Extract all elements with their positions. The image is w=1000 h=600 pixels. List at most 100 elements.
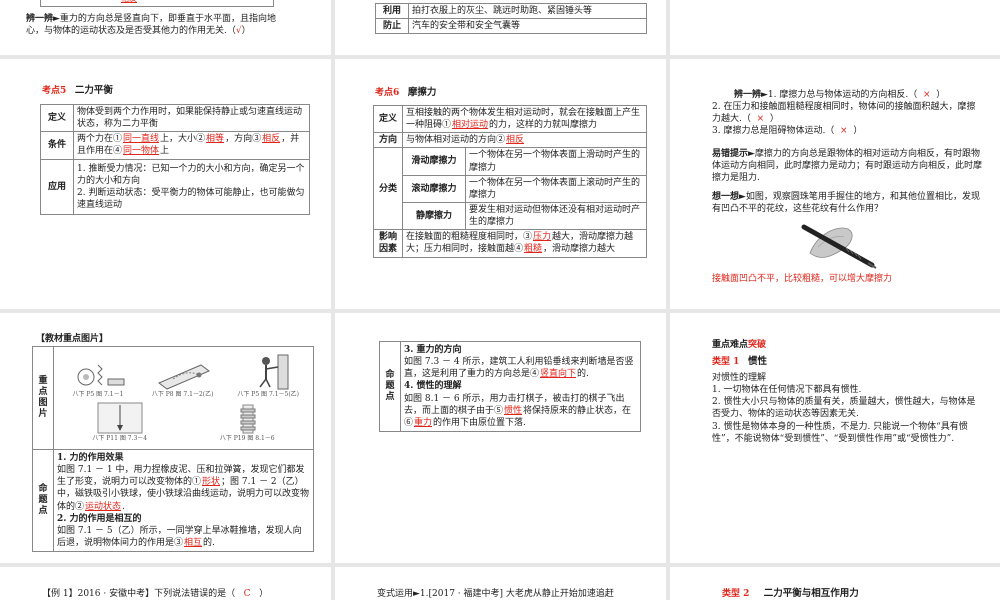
answer-blank: 压力: [533, 232, 552, 243]
yicuo-label: 易错提示: [712, 148, 749, 159]
slide-variant: 变式运用►1.[2017 · 福建中考] 大老虎从静止开始加速追赶: [335, 567, 666, 600]
cross-mark: ×: [922, 90, 931, 100]
plumb-line-icon: [97, 402, 143, 434]
row-label: 防止: [375, 18, 409, 35]
answer-fragment: 相反: [120, 0, 138, 5]
xiangyixiang-label: 想一想: [712, 191, 740, 202]
inertia-points: 对惯性的理解 1. 一切物体在任何情况下都具有惯性. 2. 惯性大小只与物体的质…: [712, 372, 982, 445]
table-row: 影响因素 在接触面的粗糙程度相同时，③压力越大，滑动摩擦力越大；压力相同时，接触…: [373, 229, 647, 258]
answer-blank: 竖直向下: [540, 369, 577, 380]
cls-text: 要发生相对运动但物体还没有相对运动时产生的摩擦力: [465, 201, 647, 231]
slide-kaodian-5: 考点5 二力平衡 定义 物体受到两个力作用时，如果能保持静止或匀速直线运动状态，…: [0, 59, 331, 309]
kaodian-label: 考点: [375, 88, 394, 98]
answer-blank: 粗糙: [524, 244, 543, 255]
pictures-cell: 八下 P5 图 7.1－1 八下 P8 图 7.1－2(乙) 八下 P5 图 7…: [53, 346, 314, 450]
row-text: 拍打衣服上的灰尘、跳远时助跑、紧固锤头等: [408, 2, 647, 20]
def-text: 物体受到两个力作用时，如果能保持静止或匀速直线运动状态，称为二力平衡: [73, 103, 310, 133]
type-label: 类型 2: [722, 589, 750, 599]
bianyibian-line: 3. 摩擦力总是阻碍物体运动.（ × ）: [712, 126, 863, 137]
table-row: 应用 1. 推断受力情况：已知一个力的大小和方向，确定另一个力的大小和方向 2.…: [40, 158, 310, 216]
mingti-cell: 3. 重力的方向 如图 7.3 － 4 所示，建筑工人利用铅垂线来判断墙是否竖直…: [400, 341, 641, 432]
key-pictures-table: 重点图片 八下 P5 图 7.1－1 八下 P8 图 7.1－2(乙) 八下 P…: [32, 346, 314, 553]
table-row: 利用 拍打衣服上的灰尘、跳远时助跑、紧固锤头等: [375, 2, 647, 20]
answer-blank: 相反: [262, 134, 281, 145]
fac-text: 在接触面的粗糙程度相同时，③压力越大，滑动摩擦力越大；压力相同时，接触面越④粗糙…: [402, 229, 647, 258]
answer-blank: 相反: [506, 135, 525, 146]
answer-blank: 同一直线: [123, 134, 160, 145]
app-label: 应用: [40, 158, 74, 216]
dir-label: 方向: [373, 132, 403, 149]
inertia-usage-table: 利用 拍打衣服上的灰尘、跳远时助跑、紧固锤头等 防止 汽车的安全带和安全气囊等: [375, 2, 647, 35]
kaodian-label: 考点: [42, 86, 61, 96]
slide-key-pictures: 【教材重点图片】 重点图片 八下 P5 图 7.1－1 八下 P8 图 7.1－…: [0, 313, 331, 563]
fig-7-1-1: 八下 P5 图 7.1－1: [68, 357, 128, 399]
slide-gravity-note: 相反 辨一辨►重力的方向总是竖直向下，即垂直于水平面，且指向地心，与物体的运动状…: [0, 0, 331, 55]
type-name: 惯性: [748, 356, 768, 367]
fig-7-3-4: 八下 P11 图 7.3－4: [90, 401, 150, 443]
point-heading: 2. 力的作用是相互的: [57, 513, 142, 524]
pictures-label: 重点图片: [32, 346, 54, 450]
mingti-table: 命题点 3. 重力的方向 如图 7.3 － 4 所示，建筑工人利用铅垂线来判断墙…: [379, 341, 641, 432]
type-2-line: 类型 2 二力平衡与相互作用力: [722, 588, 859, 600]
point-line: 2. 惯性大小只与物体的质量有关，质量越大，惯性越大，与物体是否受力、物体的运动…: [712, 397, 976, 420]
table-row: 定义 互相接触的两个物体发生相对运动时，就会在接触面上产生一种阻碍①相对运动的力…: [373, 104, 647, 134]
bianyibian-line: 辨一辨►1. 摩擦力总与物体运动的方向相反.（ × ）: [734, 90, 946, 100]
cond-label: 条件: [40, 131, 74, 160]
answer-table-fragment: [40, 0, 274, 7]
skater-wall-icon: [259, 354, 289, 390]
table-row: 重点图片 八下 P5 图 7.1－1 八下 P8 图 7.1－2(乙) 八下 P…: [32, 346, 314, 450]
xiangyixiang: 想一想►如图，观察圆珠笔用手握住的地方，和其他位置相比，发现有凹凸不平的花纹，这…: [712, 191, 980, 215]
answer-blank: 相等: [206, 134, 225, 145]
app-line: 2. 判断运动状态：受平衡力的物体可能静止，也可能做匀速直线运动: [77, 187, 305, 210]
answer-blank: 重力: [414, 417, 433, 428]
table-row: 静摩擦力 要发生相对运动但物体还没有相对运动时产生的摩擦力: [374, 201, 647, 231]
kaodian-6-title: 考点6 摩擦力: [375, 87, 436, 100]
slide-zhongdian: 重点难点突破 类型 1 惯性 对惯性的理解 1. 一切物体在任何情况下都具有惯性…: [670, 313, 1000, 563]
row-label: 利用: [375, 2, 409, 20]
cls-text: 一个物体在另一个物体表面上滚动时产生的摩擦力: [465, 174, 647, 203]
point-text: 如图 7.1 － 5（乙）所示，一同学穿上旱冰鞋推墙，发现人向后退，说明物体间力…: [57, 525, 302, 548]
friction-table: 定义 互相接触的两个物体发生相对运动时，就会在接触面上产生一种阻碍①相对运动的力…: [373, 104, 647, 258]
magnet-ball-icon: [157, 364, 210, 390]
gravity-note: 辨一辨►重力的方向总是竖直向下，即垂直于水平面，且指向地心，与物体的运动状态及是…: [26, 13, 288, 37]
kaodian-number: 5: [60, 86, 67, 96]
table-row: 滚动摩擦力 一个物体在另一个物体表面上滚动时产生的摩擦力: [374, 174, 647, 203]
slide-blank-top-right: [670, 0, 1000, 55]
answer-blank: 惯性: [504, 405, 523, 416]
key-pictures-header: 【教材重点图片】: [36, 334, 109, 344]
def-label: 定义: [373, 104, 403, 134]
close-paren: ）: [241, 26, 251, 37]
kaodian-title: 摩擦力: [407, 87, 437, 98]
fig-7-1-5: 八下 P5 图 7.1－5(乙): [237, 353, 299, 399]
point-heading: 3. 重力的方向: [404, 345, 462, 355]
answer-blank: 相对运动: [452, 120, 489, 131]
cond-text: 两个力在①同一直线上，大小②相等，方向③相反，并且作用在④同一物体上: [73, 131, 310, 160]
point-line: 1. 一切物体在任何情况下都具有惯性.: [712, 385, 862, 396]
slide-kaodian-6: 考点6 摩擦力 定义 互相接触的两个物体发生相对运动时，就会在接触面上产生一种阻…: [335, 59, 666, 309]
def-label: 定义: [40, 103, 74, 133]
cls-name: 静摩擦力: [402, 201, 466, 231]
tips-block: 辨一辨►1. 摩擦力总与物体运动的方向相反.（ × ） 2. 在压力和接触面粗糙…: [712, 89, 984, 215]
table-row: 命题点 1. 力的作用效果 如图 7.1 － 1 中，用力捏橡皮泥、压和拉弹簧，…: [32, 448, 314, 553]
app-text: 1. 推断受力情况：已知一个力的大小和方向，确定另一个力的大小和方向 2. 判断…: [73, 158, 310, 216]
table-row: 防止 汽车的安全带和安全气囊等: [375, 18, 647, 35]
cls-text: 一个物体在另一个物体表面上滑动时产生的摩擦力: [465, 147, 647, 176]
point-text: 如图 7.1 － 1 中，用力捏橡皮泥、压和拉弹簧，发现它们都发生了形变，说明力…: [57, 465, 310, 512]
bianyibian-label: 辨一辨: [26, 14, 54, 24]
table-row: 方向 与物体相对运动的方向②相反: [373, 132, 647, 149]
answer-blank: 运动状态: [85, 501, 122, 512]
cross-mark: ×: [756, 114, 765, 125]
fig-8-1-6: 八下 P19 图 8.1－6: [217, 401, 277, 443]
cls-name: 滚动摩擦力: [402, 174, 466, 203]
cls-label: 分类: [373, 147, 403, 231]
pen-answer: 接触面凹凸不平，比较粗糙，可以增大摩擦力: [712, 274, 893, 284]
point-heading: 1. 力的作用效果: [57, 453, 124, 463]
type-name: 二力平衡与相互作用力: [763, 588, 859, 599]
app-line: 1. 推断受力情况：已知一个力的大小和方向，确定另一个力的大小和方向: [77, 163, 305, 186]
table-row: 条件 两个力在①同一直线上，大小②相等，方向③相反，并且作用在④同一物体上: [40, 131, 310, 160]
kaodian-number: 6: [393, 88, 400, 98]
example-answer: C: [243, 589, 251, 599]
zhongdian-title: 重点难点突破: [712, 340, 767, 350]
mingti-cell: 1. 力的作用效果 如图 7.1 － 1 中，用力捏橡皮泥、压和拉弹簧，发现它们…: [53, 448, 314, 553]
variant-line: 变式运用►1.[2017 · 福建中考] 大老虎从静止开始加速追赶: [377, 589, 614, 599]
